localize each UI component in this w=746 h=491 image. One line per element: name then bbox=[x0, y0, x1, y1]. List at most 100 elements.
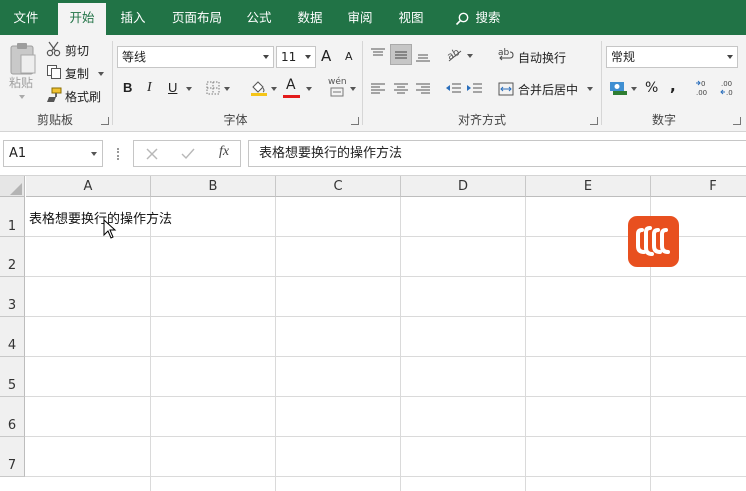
orientation-dropdown-arrow[interactable] bbox=[467, 54, 473, 58]
cell-a1[interactable]: 表格想要换行的操作方法 bbox=[29, 208, 172, 227]
percent-style-button[interactable]: % bbox=[645, 80, 658, 96]
font-color-button[interactable]: A bbox=[286, 77, 296, 93]
tab-file[interactable]: 文件 bbox=[0, 0, 52, 35]
tab-data[interactable]: 数据 bbox=[288, 0, 332, 35]
underline-dropdown-arrow[interactable] bbox=[186, 87, 192, 91]
gridline bbox=[150, 197, 151, 491]
decrease-indent-icon[interactable] bbox=[445, 81, 462, 97]
column-header-C[interactable]: C bbox=[276, 176, 401, 197]
wrap-text-icon[interactable]: ab bbox=[498, 46, 514, 62]
tab-formulas[interactable]: 公式 bbox=[238, 0, 280, 35]
insert-function-button[interactable]: fx bbox=[219, 144, 229, 160]
borders-icon[interactable] bbox=[206, 81, 220, 95]
formula-bar-splitter[interactable] bbox=[117, 148, 119, 160]
alignment-dialog-launcher[interactable] bbox=[590, 117, 598, 125]
gridline bbox=[25, 476, 746, 477]
align-top-icon[interactable] bbox=[370, 47, 386, 63]
row-header-4[interactable]: 4 bbox=[0, 317, 25, 357]
font-color-dropdown-arrow[interactable] bbox=[306, 87, 312, 91]
bold-button[interactable]: B bbox=[123, 80, 132, 95]
enter-check-icon[interactable] bbox=[181, 148, 195, 160]
paste-button-label[interactable]: 粘贴 bbox=[9, 74, 33, 91]
formula-input[interactable]: 表格想要换行的操作方法 bbox=[248, 140, 746, 167]
copy-button[interactable]: 复制 bbox=[65, 65, 89, 82]
align-middle-icon[interactable] bbox=[393, 47, 409, 63]
font-dialog-launcher[interactable] bbox=[351, 117, 359, 125]
column-header-F[interactable]: F bbox=[651, 176, 746, 197]
underline-button[interactable]: U bbox=[168, 80, 177, 95]
tab-view[interactable]: 视图 bbox=[388, 0, 434, 35]
column-header-B[interactable]: B bbox=[151, 176, 276, 197]
number-group-label: 数字 bbox=[651, 113, 676, 127]
cancel-icon[interactable] bbox=[146, 148, 158, 160]
merge-center-icon[interactable] bbox=[498, 81, 514, 97]
name-box-value: A1 bbox=[9, 146, 27, 161]
row-header-5[interactable]: 5 bbox=[0, 357, 25, 397]
orientation-icon[interactable]: ab bbox=[446, 45, 464, 63]
phonetic-guide-button[interactable]: wén bbox=[328, 77, 347, 87]
gridline bbox=[400, 197, 401, 491]
clipboard-dialog-launcher[interactable] bbox=[101, 117, 109, 125]
increase-decimal-icon[interactable]: 0 .00 bbox=[695, 79, 715, 97]
tell-me-search[interactable]: 搜索 bbox=[448, 0, 508, 35]
accounting-format-icon[interactable] bbox=[609, 80, 629, 96]
wrap-text-button[interactable]: 自动换行 bbox=[518, 49, 566, 66]
chevron-down-icon bbox=[727, 55, 733, 59]
increase-font-size-button[interactable]: A bbox=[321, 47, 331, 65]
scissors-icon[interactable] bbox=[46, 41, 62, 57]
font-name-dropdown[interactable]: 等线 bbox=[117, 46, 274, 68]
align-left-icon[interactable] bbox=[370, 81, 386, 97]
row-header-2[interactable]: 2 bbox=[0, 237, 25, 277]
fill-color-dropdown-arrow[interactable] bbox=[271, 87, 277, 91]
borders-dropdown-arrow[interactable] bbox=[224, 87, 230, 91]
number-format-dropdown[interactable]: 常规 bbox=[606, 46, 738, 68]
chevron-down-icon bbox=[91, 152, 97, 156]
column-header-D[interactable]: D bbox=[401, 176, 526, 197]
accounting-dropdown-arrow[interactable] bbox=[631, 87, 637, 91]
italic-button[interactable]: I bbox=[147, 80, 152, 96]
decrease-font-size-button[interactable]: A bbox=[345, 50, 353, 63]
align-center-icon[interactable] bbox=[393, 81, 409, 97]
chevron-down-icon bbox=[305, 55, 311, 59]
tab-page-layout[interactable]: 页面布局 bbox=[162, 0, 232, 35]
gridline bbox=[275, 197, 276, 491]
align-bottom-icon[interactable] bbox=[415, 47, 431, 63]
fill-color-icon[interactable] bbox=[250, 79, 268, 97]
comma-style-button[interactable]: , bbox=[670, 77, 676, 95]
worksheet-grid[interactable]: A B C D E F 1 2 3 4 5 6 7 表格想要换行的操作方法 bbox=[0, 176, 746, 491]
row-header-6[interactable]: 6 bbox=[0, 397, 25, 437]
copy-icon[interactable] bbox=[46, 64, 62, 80]
search-icon bbox=[456, 12, 469, 25]
tab-review[interactable]: 审阅 bbox=[338, 0, 382, 35]
tab-insert[interactable]: 插入 bbox=[110, 0, 156, 35]
copy-dropdown-arrow[interactable] bbox=[98, 72, 104, 76]
align-right-icon[interactable] bbox=[415, 81, 431, 97]
font-color-swatch bbox=[283, 95, 300, 98]
name-box[interactable]: A1 bbox=[3, 140, 103, 167]
increase-indent-icon[interactable] bbox=[466, 81, 483, 97]
row-header-3[interactable]: 3 bbox=[0, 277, 25, 317]
row-header-7[interactable]: 7 bbox=[0, 437, 25, 477]
font-size-dropdown[interactable]: 11 bbox=[276, 46, 316, 68]
gridline bbox=[525, 197, 526, 491]
column-header-E[interactable]: E bbox=[526, 176, 651, 197]
tab-home[interactable]: 开始 bbox=[58, 3, 106, 35]
select-all-corner[interactable] bbox=[0, 176, 25, 197]
brand-logo bbox=[628, 216, 679, 267]
merge-dropdown-arrow[interactable] bbox=[587, 87, 593, 91]
column-header-A[interactable]: A bbox=[26, 176, 151, 197]
cut-button[interactable]: 剪切 bbox=[65, 42, 89, 59]
paste-icon[interactable] bbox=[9, 41, 37, 77]
phonetic-dropdown-arrow[interactable] bbox=[350, 87, 356, 91]
format-painter-icon[interactable] bbox=[46, 87, 62, 103]
paste-dropdown-arrow[interactable] bbox=[19, 95, 25, 99]
merge-center-button[interactable]: 合并后居中 bbox=[518, 81, 578, 98]
svg-text:ab: ab bbox=[498, 48, 510, 58]
number-dialog-launcher[interactable] bbox=[733, 117, 741, 125]
svg-text:.0: .0 bbox=[726, 89, 733, 97]
format-painter-button[interactable]: 格式刷 bbox=[65, 88, 101, 105]
row-header-1[interactable]: 1 bbox=[0, 197, 25, 237]
gridline bbox=[25, 356, 746, 357]
search-label: 搜索 bbox=[475, 10, 501, 25]
decrease-decimal-icon[interactable]: .00 .0 bbox=[720, 79, 740, 97]
